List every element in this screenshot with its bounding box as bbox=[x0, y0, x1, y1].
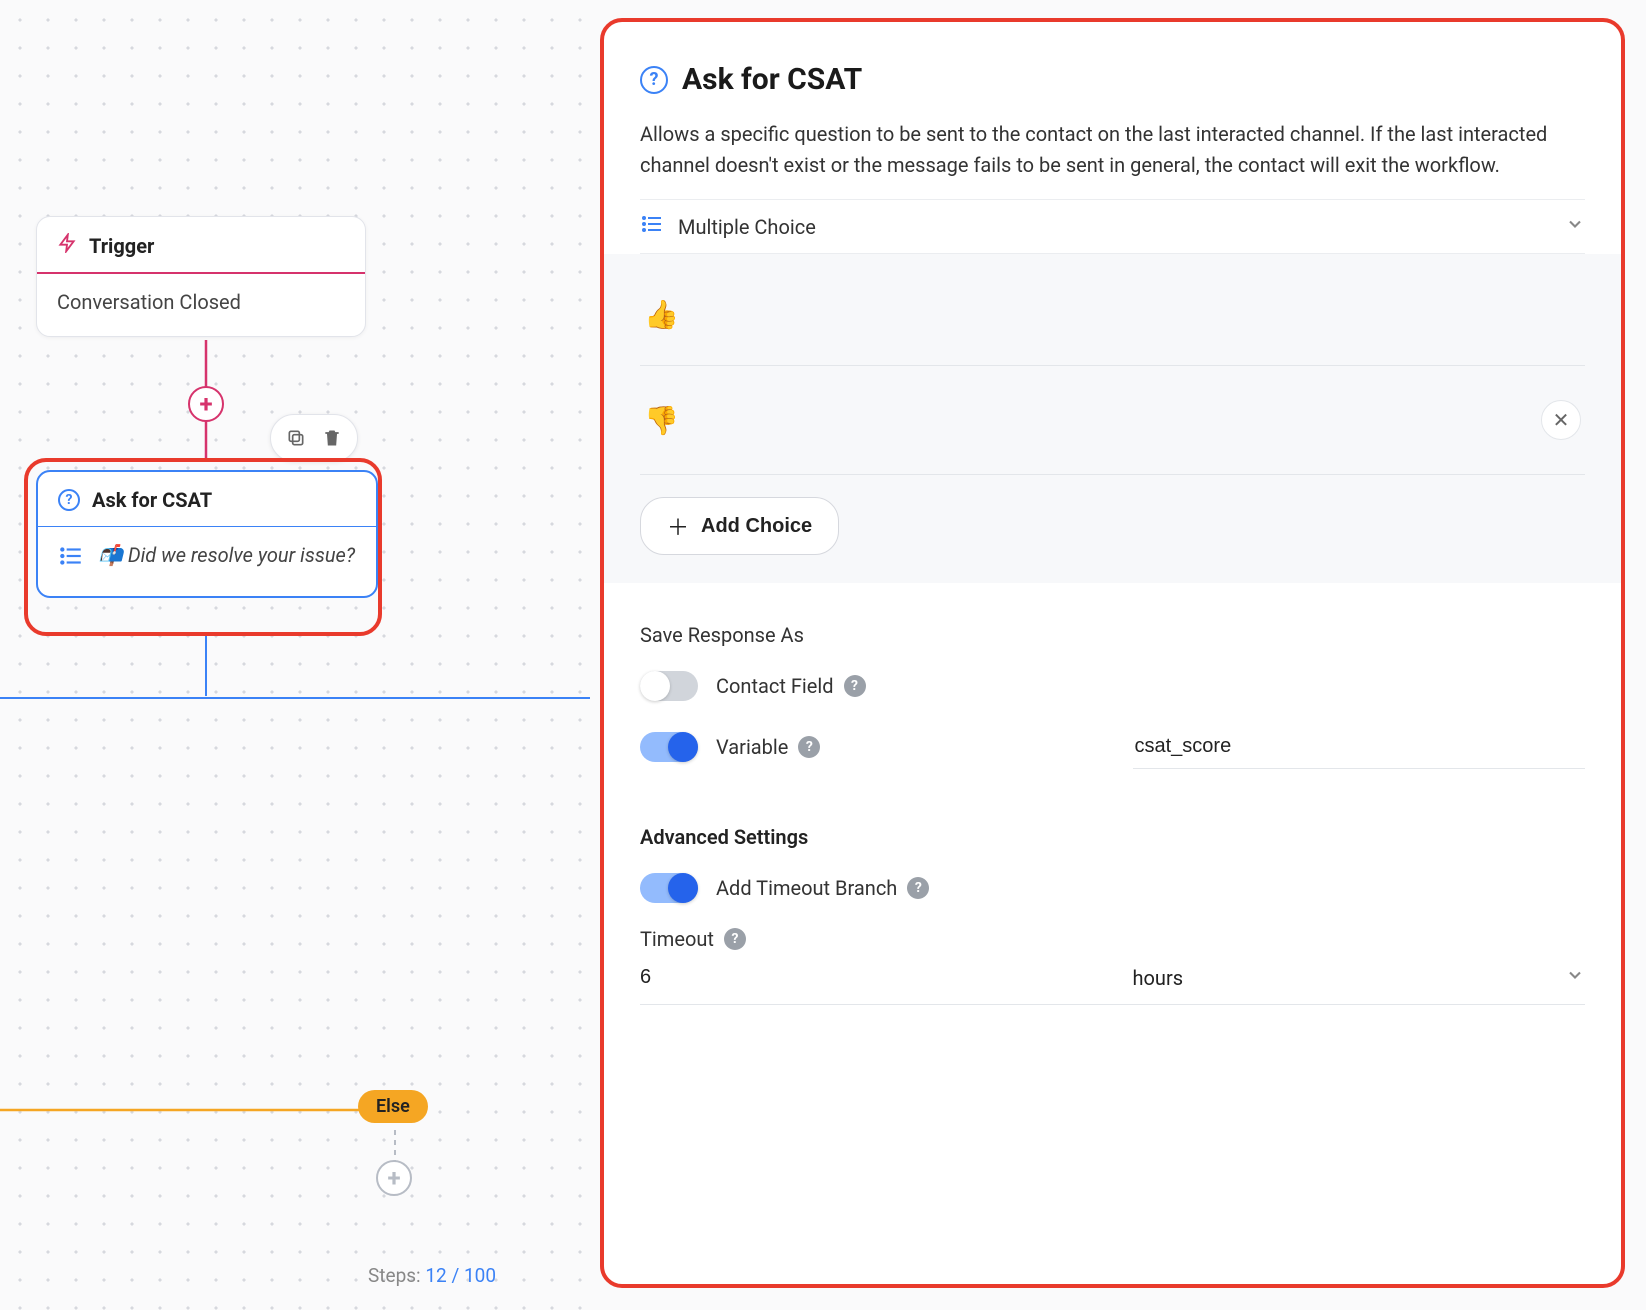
question-type-select[interactable]: Multiple Choice bbox=[640, 199, 1585, 254]
choice-emoji: 👍 bbox=[644, 298, 679, 331]
question-icon: ? bbox=[640, 66, 668, 94]
contact-field-toggle[interactable] bbox=[640, 671, 698, 701]
trigger-body: Conversation Closed bbox=[37, 274, 365, 336]
ask-node-highlight: ? Ask for CSAT 📬 Did we resolve your iss… bbox=[24, 458, 382, 636]
connector-curve bbox=[0, 1060, 400, 1120]
timeout-branch-label: Add Timeout Branch bbox=[716, 876, 897, 900]
ask-csat-node[interactable]: ? Ask for CSAT 📬 Did we resolve your iss… bbox=[36, 470, 378, 598]
steps-counter: Steps: 12 / 100 bbox=[368, 1264, 496, 1287]
contact-field-label: Contact Field bbox=[716, 674, 834, 698]
choice-item[interactable]: 👎 ✕ bbox=[640, 366, 1585, 475]
panel-description: Allows a specific question to be sent to… bbox=[640, 119, 1585, 181]
remove-choice-button[interactable]: ✕ bbox=[1541, 400, 1581, 440]
list-icon bbox=[58, 543, 84, 574]
save-response-label: Save Response As bbox=[640, 623, 1585, 647]
timeout-unit-select[interactable]: hours bbox=[1133, 965, 1586, 990]
help-icon[interactable]: ? bbox=[798, 736, 820, 758]
timeout-label: Timeout bbox=[640, 927, 714, 951]
step-settings-panel: ? Ask for CSAT Allows a specific questio… bbox=[600, 18, 1625, 1288]
list-icon bbox=[640, 212, 664, 241]
advanced-settings-label: Advanced Settings bbox=[640, 825, 1585, 849]
variable-toggle[interactable] bbox=[640, 732, 698, 762]
panel-title: Ask for CSAT bbox=[682, 62, 862, 97]
choices-container: 👍 👎 ✕ ＋ Add Choice bbox=[604, 254, 1621, 583]
help-icon[interactable]: ? bbox=[844, 675, 866, 697]
timeout-unit-value: hours bbox=[1133, 966, 1184, 990]
plus-icon: ＋ bbox=[667, 510, 689, 542]
choice-item[interactable]: 👍 bbox=[640, 264, 1585, 366]
question-icon: ? bbox=[58, 489, 80, 511]
horizontal-line bbox=[0, 697, 590, 699]
lightning-icon bbox=[57, 233, 77, 258]
node-toolbar bbox=[270, 414, 358, 462]
ask-node-prompt: 📬 Did we resolve your issue? bbox=[98, 543, 355, 567]
question-type-value: Multiple Choice bbox=[678, 215, 816, 239]
connector-line bbox=[204, 636, 208, 696]
chevron-down-icon bbox=[1565, 965, 1585, 990]
add-choice-label: Add Choice bbox=[701, 515, 812, 538]
chevron-down-icon bbox=[1565, 214, 1585, 239]
variable-label: Variable bbox=[716, 735, 788, 759]
timeout-value-input[interactable] bbox=[640, 965, 1093, 990]
timeout-branch-toggle[interactable] bbox=[640, 873, 698, 903]
add-step-button-grey[interactable]: + bbox=[376, 1160, 412, 1196]
copy-button[interactable] bbox=[281, 423, 311, 453]
help-icon[interactable]: ? bbox=[724, 928, 746, 950]
variable-name-input[interactable] bbox=[1133, 725, 1586, 769]
trigger-node[interactable]: Trigger Conversation Closed bbox=[36, 216, 366, 337]
delete-button[interactable] bbox=[317, 423, 347, 453]
connector-dashed bbox=[393, 1130, 397, 1164]
choice-emoji: 👎 bbox=[644, 404, 679, 437]
else-branch[interactable]: Else bbox=[358, 1090, 428, 1123]
connector-line bbox=[204, 420, 208, 462]
help-icon[interactable]: ? bbox=[907, 877, 929, 899]
ask-node-title: Ask for CSAT bbox=[92, 488, 212, 512]
trigger-title: Trigger bbox=[89, 234, 154, 258]
workflow-canvas[interactable]: Trigger Conversation Closed + ? Ask for … bbox=[0, 0, 590, 1310]
connector-line bbox=[204, 340, 208, 390]
add-choice-button[interactable]: ＋ Add Choice bbox=[640, 497, 839, 555]
add-step-button[interactable]: + bbox=[188, 386, 224, 422]
